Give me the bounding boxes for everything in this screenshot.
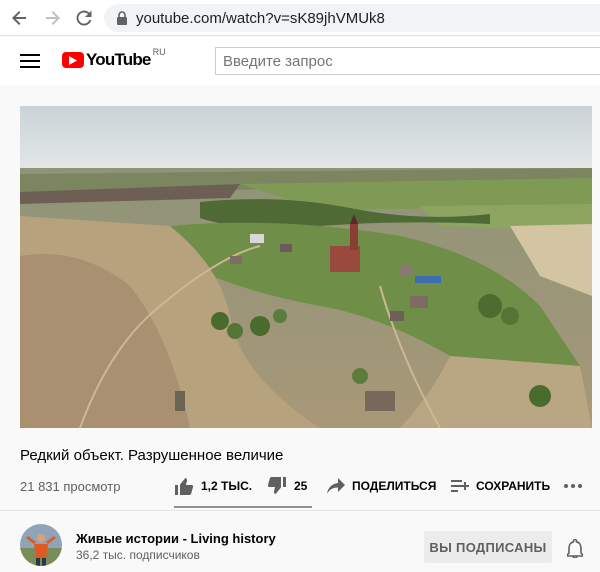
share-button[interactable]: ПОДЕЛИТЬСЯ xyxy=(327,470,451,502)
browser-toolbar: youtube.com/watch?v=sK89jhVMUk8 xyxy=(0,0,600,36)
more-icon xyxy=(563,484,582,488)
logo-region: RU xyxy=(152,47,166,57)
playlist-add-icon xyxy=(451,480,469,492)
forward-arrow-icon xyxy=(46,11,60,25)
like-button[interactable]: 1,2 ТЫС. xyxy=(174,470,267,502)
sentiment-bar-fill xyxy=(174,506,310,508)
like-count: 1,2 ТЫС. xyxy=(201,479,253,493)
share-icon xyxy=(327,478,345,494)
forward-button[interactable] xyxy=(36,2,68,34)
reload-icon xyxy=(76,10,92,26)
reload-button[interactable] xyxy=(68,2,100,34)
save-label: СОХРАНИТЬ xyxy=(476,479,551,493)
bell-icon xyxy=(567,538,583,558)
url-text: youtube.com/watch?v=sK89jhVMUk8 xyxy=(136,9,385,27)
youtube-logo[interactable]: YouTube RU xyxy=(62,47,166,70)
more-actions-button[interactable] xyxy=(561,470,591,502)
share-label: ПОДЕЛИТЬСЯ xyxy=(352,479,437,493)
dislike-button[interactable]: 25 xyxy=(267,470,327,502)
youtube-logo-icon xyxy=(62,52,84,68)
sentiment-bar xyxy=(174,506,312,508)
thumb-up-icon xyxy=(175,478,194,495)
thumb-down-icon xyxy=(267,477,286,494)
back-button[interactable] xyxy=(4,2,36,34)
video-title: Редкий объект. Разрушенное величие xyxy=(20,447,284,464)
notification-bell-button[interactable] xyxy=(565,537,585,559)
avatar[interactable] xyxy=(20,524,62,566)
section-divider xyxy=(0,510,600,511)
menu-icon[interactable] xyxy=(18,50,42,72)
video-player[interactable] xyxy=(20,106,592,428)
logo-wordmark: YouTube xyxy=(86,50,151,69)
address-bar[interactable]: youtube.com/watch?v=sK89jhVMUk8 xyxy=(104,4,600,32)
channel-name[interactable]: Живые истории - Living history xyxy=(76,531,276,546)
subscriber-count: 36,2 тыс. подписчиков xyxy=(76,548,200,562)
view-count: 21 831 просмотр xyxy=(20,479,121,494)
channel-avatar-image xyxy=(20,524,62,566)
video-frame-image xyxy=(20,106,592,428)
video-actions: 1,2 ТЫС. 25 ПОДЕЛИТЬСЯ СОХРАНИТЬ xyxy=(174,470,591,502)
search-box[interactable] xyxy=(215,47,600,75)
masthead: YouTube RU xyxy=(0,37,600,85)
search-input[interactable] xyxy=(223,52,600,70)
subscribed-button[interactable]: ВЫ ПОДПИСАНЫ xyxy=(424,531,552,563)
lock-icon xyxy=(116,11,128,25)
save-button[interactable]: СОХРАНИТЬ xyxy=(451,470,561,502)
back-arrow-icon xyxy=(12,11,26,25)
dislike-count: 25 xyxy=(294,479,308,493)
